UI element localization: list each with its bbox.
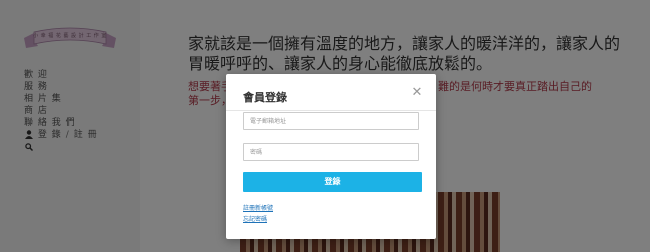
close-icon[interactable]: ✕ xyxy=(410,86,424,100)
email-field[interactable] xyxy=(243,112,419,130)
modal-title: 會員登錄 xyxy=(243,91,287,104)
modal-divider xyxy=(226,110,436,111)
forgot-password-link[interactable]: 忘記密碼 xyxy=(243,214,267,223)
password-field[interactable] xyxy=(243,143,419,161)
login-modal: 會員登錄 ✕ 登錄 註冊新帳號 忘記密碼 xyxy=(226,74,436,239)
login-button[interactable]: 登錄 xyxy=(243,172,422,192)
register-link[interactable]: 註冊新帳號 xyxy=(243,203,273,212)
